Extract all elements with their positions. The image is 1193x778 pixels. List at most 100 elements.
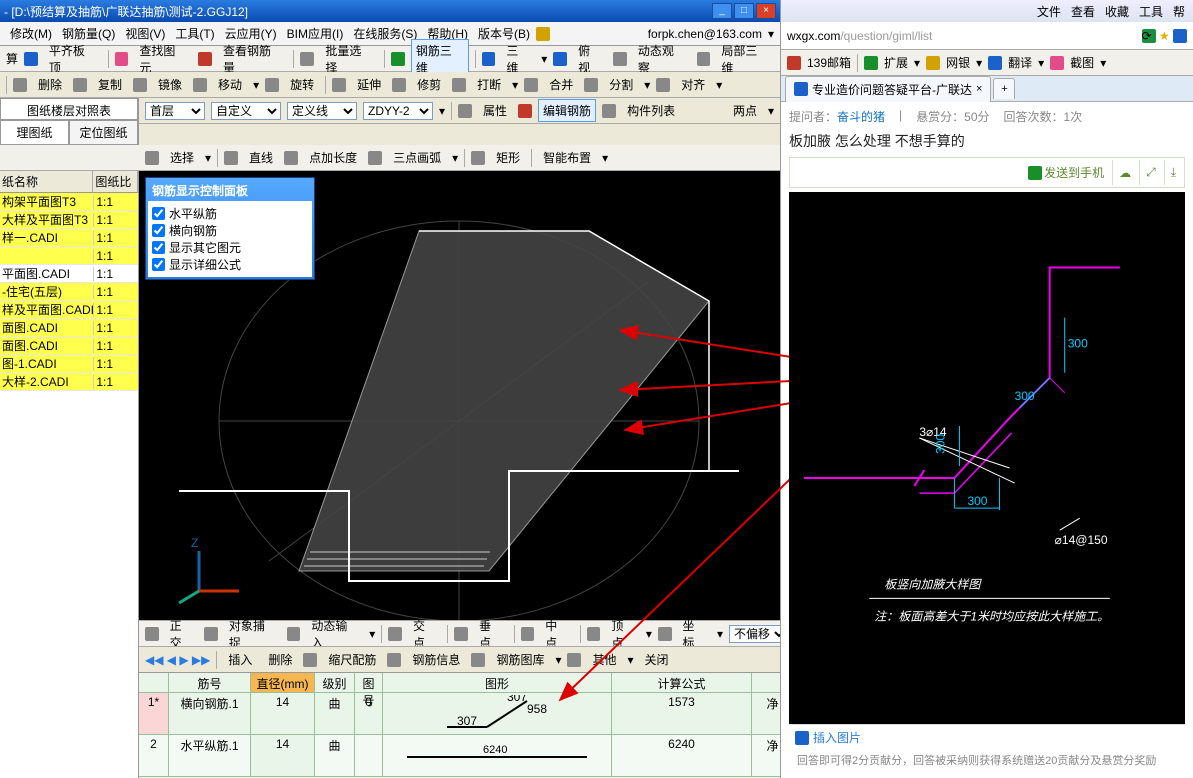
bmenu-help[interactable]: 帮 (1173, 3, 1185, 20)
cp-checkbox[interactable] (152, 224, 165, 237)
dwg-row[interactable]: 大样-2.CADI1:1 (0, 373, 138, 391)
asker-link[interactable]: 奋斗的猪 (837, 110, 885, 124)
bmenu-fav[interactable]: 收藏 (1105, 3, 1129, 20)
gjxx-button[interactable]: 钢筋信息 (407, 648, 465, 671)
cp-checkbox[interactable] (152, 241, 165, 254)
dwg-row[interactable]: 面图.CADI1:1 (0, 337, 138, 355)
fy-button[interactable]: 翻译 (1008, 54, 1032, 71)
rt-row[interactable]: 1*横向钢筋.114曲03073079581573净 (139, 693, 780, 735)
browser-tab[interactable]: 专业造价问题答疑平台-广联达 × (785, 76, 991, 102)
cp-item[interactable]: 水平纵筋 (152, 205, 308, 222)
wy-button[interactable]: 网银 (946, 54, 970, 71)
rt-row[interactable]: 2水平纵筋.114曲62406240净 (139, 735, 780, 777)
gjtk-button[interactable]: 钢筋图库 (491, 648, 549, 671)
rotate-button[interactable]: 旋转 (285, 73, 319, 96)
sidebar: 纸名称 图纸比 构架平面图T31:1大样及平面图T31:1样一.CADI1:11… (0, 171, 139, 778)
copy-icon (73, 78, 87, 92)
line-button[interactable]: 直线 (244, 146, 278, 169)
send-phone[interactable]: 发送到手机 (1022, 160, 1110, 185)
cp-item[interactable]: 显示其它图元 (152, 239, 308, 256)
download-btn[interactable]: ⤓ (1164, 160, 1182, 185)
cloud-btn[interactable]: ☁ (1112, 160, 1137, 185)
col-name: 纸名称 (0, 171, 93, 192)
del-button[interactable]: 删除 (33, 73, 67, 96)
offset-select[interactable]: 不偏移 (729, 625, 780, 643)
cp-item[interactable]: 横向钢筋 (152, 222, 308, 239)
side-tab-b[interactable]: 定位图纸 (69, 120, 138, 145)
expand-btn[interactable]: ⤢ (1139, 160, 1162, 185)
viewport-3d[interactable]: Z 钢筋显示控制面板 水平纵筋 横向钢筋 显示其它图元 显示详细公式 (139, 171, 780, 620)
3d-icon (391, 52, 405, 66)
dwg-row[interactable]: 样一.CADI1:1 (0, 229, 138, 247)
cube-icon (482, 52, 496, 66)
attach-label: 插入图片 (813, 729, 861, 746)
min-button[interactable]: _ (712, 3, 732, 19)
new-tab-button[interactable]: + (993, 78, 1015, 99)
dwg-row[interactable]: 大样及平面图T31:1 (0, 211, 138, 229)
dwg-row[interactable]: 平面图.CADI1:1 (0, 265, 138, 283)
batch-icon (300, 52, 314, 66)
bounty: 悬赏分：50分 (916, 108, 989, 125)
bmenu-file[interactable]: 文件 (1037, 3, 1061, 20)
dwg-row[interactable]: -住宅(五层)1:1 (0, 283, 138, 301)
dwg-row[interactable]: 图-1.CADI1:1 (0, 355, 138, 373)
max-button[interactable]: □ (734, 3, 754, 19)
align-button[interactable]: 合并 (544, 73, 578, 96)
edit-rebar-button[interactable]: 编辑钢筋 (538, 99, 596, 122)
grid-icon[interactable] (145, 627, 159, 641)
url-path: /question/giml/list (840, 29, 1141, 43)
rect-button[interactable]: 矩形 (491, 146, 525, 169)
copy-button[interactable]: 复制 (93, 73, 127, 96)
star-icon[interactable]: ★ (1159, 29, 1170, 43)
attach-bar[interactable]: 插入图片 (789, 724, 1185, 750)
dwg-row[interactable]: 面图.CADI1:1 (0, 319, 138, 337)
select-button[interactable]: 选择 (165, 146, 199, 169)
arc3-button[interactable]: 三点画弧 (388, 146, 446, 169)
move-button[interactable]: 移动 (213, 73, 247, 96)
jt-button[interactable]: 截图 (1070, 54, 1094, 71)
cj-list-button[interactable]: 构件列表 (622, 99, 680, 122)
dwg-row[interactable]: 构架平面图T31:1 (0, 193, 138, 211)
footer-note: 回答即可得2分贡献分，回答被采纳则获得系统赠送20贡献分及悬赏分奖励 (789, 750, 1185, 772)
dwg-list[interactable]: 构架平面图T31:1大样及平面图T31:1样一.CADI1:11:1平面图.CA… (0, 193, 138, 778)
split-button[interactable]: 分割 (604, 73, 638, 96)
mail-button[interactable]: 139邮箱 (807, 54, 851, 71)
extend-button[interactable]: 延伸 (352, 73, 386, 96)
close-button[interactable]: × (756, 3, 776, 19)
cube-icon[interactable] (1173, 29, 1187, 43)
two-pt-button[interactable]: 两点 (728, 99, 762, 122)
floor-select[interactable]: 首层 (145, 102, 205, 120)
cp-checkbox[interactable] (152, 207, 165, 220)
insert-button[interactable]: 插入 (223, 648, 257, 671)
other-button[interactable]: 其他 (587, 648, 621, 671)
attrs-button[interactable]: 属性 (478, 99, 512, 122)
trim-button[interactable]: 修剪 (412, 73, 446, 96)
break-button[interactable]: 打断 (472, 73, 506, 96)
del2-button[interactable]: 删除 (263, 648, 297, 671)
close2-button[interactable]: 关闭 (640, 648, 674, 671)
cp-checkbox[interactable] (152, 258, 165, 271)
rebar-ctrl-panel[interactable]: 钢筋显示控制面板 水平纵筋 横向钢筋 显示其它图元 显示详细公式 (145, 177, 315, 280)
zdyy-select[interactable]: ZDYY-2 (363, 102, 433, 120)
dwg-row[interactable]: 样及平面图.CADI1:1 (0, 301, 138, 319)
yx-select[interactable]: 定义线 (287, 102, 357, 120)
bank-icon (926, 56, 940, 70)
mirror-button[interactable]: 镜像 (153, 73, 187, 96)
offset-button[interactable]: 对齐 (676, 73, 710, 96)
floor-tab[interactable]: 图纸楼层对照表 (0, 98, 138, 120)
side-tab-a[interactable]: 理图纸 (0, 120, 69, 145)
ext-button[interactable]: 扩展 (884, 54, 908, 71)
address-bar[interactable]: wxgx.com /question/giml/list ⟳ ★ (781, 22, 1193, 50)
reload-icon[interactable]: ⟳ (1142, 29, 1156, 43)
pt-line-button[interactable]: 点加长度 (304, 146, 362, 169)
diagram-image[interactable]: 300 300 300 3⌀14 ⌀14@150 板竖向加腋大样图 注：板面高差… (789, 192, 1185, 724)
smart-button[interactable]: 智能布置 (538, 146, 596, 169)
rebar-table[interactable]: 筋号 直径(mm) 级别 图号 图形 计算公式 1*横向钢筋.114曲03073… (139, 672, 780, 778)
sjpj-button[interactable]: 缩尺配筋 (323, 648, 381, 671)
dwg-row[interactable]: 1:1 (0, 247, 138, 265)
cp-item[interactable]: 显示详细公式 (152, 256, 308, 273)
bmenu-view[interactable]: 查看 (1071, 3, 1095, 20)
custom-select[interactable]: 自定义 (211, 102, 281, 120)
answers: 回答次数：1次 (1004, 108, 1083, 125)
bmenu-tool[interactable]: 工具 (1139, 3, 1163, 20)
